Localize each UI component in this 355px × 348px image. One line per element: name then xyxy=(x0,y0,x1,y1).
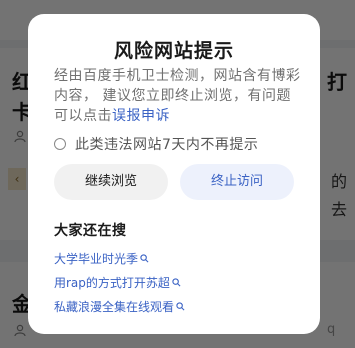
dialog-title: 风险网站提示 xyxy=(113,40,234,62)
dont-remind-checkbox[interactable]: 此类违法网站7天内不再提示 xyxy=(54,135,258,153)
dont-remind-label: 此类违法网站7天内不再提示 xyxy=(75,137,259,153)
stop-visit-button[interactable]: 终止访问 xyxy=(180,164,294,200)
dialog-message-text: 经由百度手机卫士检测，网站含有博彩内容， 建议您立即终止浏览，有问题可以点击 xyxy=(54,68,301,124)
suggestion-item[interactable]: 大学毕业时光季 xyxy=(54,250,149,267)
continue-browsing-button[interactable]: 继续浏览 xyxy=(54,164,168,200)
search-icon xyxy=(172,278,181,287)
radio-icon[interactable] xyxy=(54,138,66,150)
suggestion-text: 大学毕业时光季 xyxy=(54,252,139,266)
suggestion-item[interactable]: 私藏浪漫全集在线观看 xyxy=(54,298,185,315)
suggestions-title: 大家还在搜 xyxy=(54,223,127,239)
suggestion-text: 私藏浪漫全集在线观看 xyxy=(54,300,175,314)
report-appeal-link[interactable]: 误报申诉 xyxy=(112,108,170,124)
suggestion-item[interactable]: 用rap的方式打开苏超 xyxy=(54,274,181,291)
suggestion-text: 用rap的方式打开苏超 xyxy=(54,276,170,290)
risk-warning-dialog: 风险网站提示 经由百度手机卫士检测，网站含有博彩内容， 建议您立即终止浏览，有问… xyxy=(28,14,320,334)
search-icon xyxy=(176,302,185,311)
search-icon xyxy=(140,254,149,263)
dialog-message: 经由百度手机卫士检测，网站含有博彩内容， 建议您立即终止浏览，有问题可以点击误报… xyxy=(54,66,304,126)
